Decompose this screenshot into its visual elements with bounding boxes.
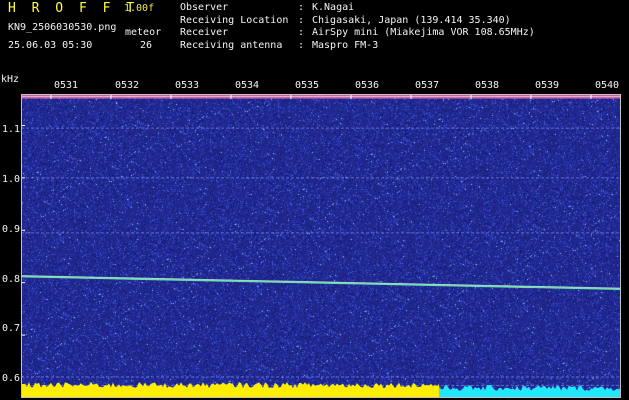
info-row-location: Receiving Location: Chigasaki, Japan (139… bbox=[180, 15, 535, 28]
info-row-antenna: Receiving antenna: Maspro FM-3 bbox=[180, 40, 535, 53]
info-separator: : bbox=[298, 39, 305, 51]
info-key: Receiving antenna bbox=[180, 39, 283, 51]
info-value: AirSpy mini (Miakejima VOR 108.65MHz) bbox=[312, 27, 535, 38]
app-title: H R O F F T bbox=[8, 1, 139, 16]
amplitude-trace-alt bbox=[439, 385, 621, 398]
x-tick-label: 0540 bbox=[595, 80, 620, 91]
amplitude-trace bbox=[21, 382, 439, 398]
info-row-receiver: Receiver: AirSpy mini (Miakejima VOR 108.… bbox=[180, 27, 535, 40]
x-tick-label: 0533 bbox=[175, 80, 200, 91]
y-tick-label: 0.7 bbox=[2, 323, 21, 334]
x-tick-label: 0538 bbox=[475, 80, 500, 91]
file-name: KN9_2506030530.png bbox=[8, 22, 117, 33]
info-value: Maspro FM-3 bbox=[312, 39, 379, 51]
meteor-count: 26 bbox=[140, 40, 153, 51]
date-time: 25.06.03 05:30 bbox=[8, 40, 93, 51]
meteor-label: meteor bbox=[125, 27, 162, 38]
y-tick-label: 0.8 bbox=[2, 274, 21, 285]
info-value: Chigasaki, Japan (139.414 35.340) bbox=[312, 14, 511, 26]
info-value: K.Nagai bbox=[312, 2, 355, 13]
y-tick-label: 0.6 bbox=[2, 373, 21, 384]
info-key: Receiver bbox=[180, 27, 229, 38]
info-separator: : bbox=[298, 14, 305, 26]
info-key: Receiving Location bbox=[180, 14, 289, 26]
x-tick-label: 0532 bbox=[115, 80, 140, 91]
drifting-signal-trace bbox=[21, 275, 621, 290]
x-tick-label: 0539 bbox=[535, 80, 560, 91]
y-axis-unit: kHz bbox=[1, 74, 20, 85]
info-key: Observer bbox=[180, 2, 229, 13]
x-tick-label: 0536 bbox=[355, 80, 380, 91]
station-info: Observer: K.Nagai Receiving Location: Chig… bbox=[180, 2, 535, 52]
x-tick-label: 0537 bbox=[415, 80, 440, 91]
info-separator: : bbox=[298, 2, 305, 13]
x-tick-label: 0535 bbox=[295, 80, 320, 91]
info-separator: : bbox=[298, 27, 305, 38]
app-version: 1.00f bbox=[124, 3, 155, 14]
x-tick-label: 0534 bbox=[235, 80, 260, 91]
drifting-signal-core bbox=[21, 275, 621, 289]
info-row-observer: Observer: K.Nagai bbox=[180, 2, 535, 15]
y-tick-label: 1.1 bbox=[2, 124, 21, 135]
y-tick-label: 1.0 bbox=[2, 174, 21, 185]
y-tick-label: 0.9 bbox=[2, 224, 21, 235]
x-tick-label: 0531 bbox=[54, 80, 79, 91]
plot-frame bbox=[21, 94, 621, 398]
spectrogram-plot bbox=[21, 94, 621, 398]
spectrogram-overlay bbox=[21, 94, 621, 398]
header: H R O F F T 1.00f KN9_2506030530.png 25.… bbox=[0, 0, 629, 76]
